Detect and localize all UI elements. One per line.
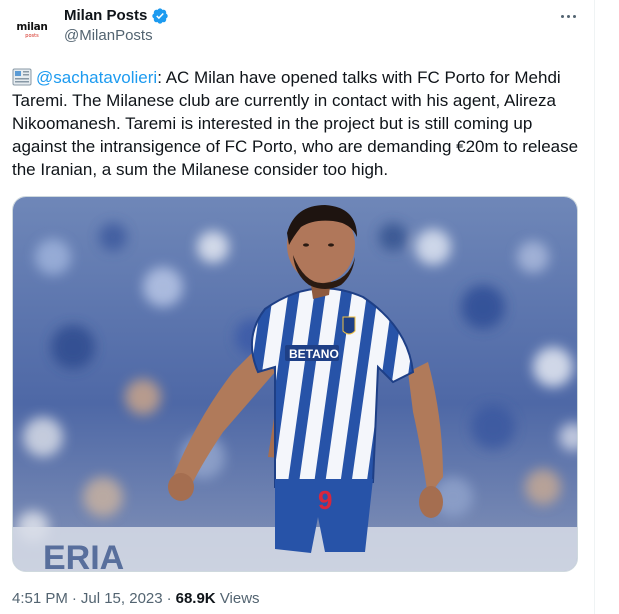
more-dot [560,14,564,18]
more-dot [566,14,570,18]
author-display-name[interactable]: Milan Posts [64,6,147,26]
views-count: 68.9K [175,590,216,607]
newspaper-emoji-icon [12,68,32,86]
avatar-logo-subtext: posts [25,32,39,39]
meta-separator: · [71,590,77,607]
player-photo-illustration: ERIA BETANO 9 [13,197,577,572]
more-options-icon[interactable] [556,6,580,26]
mention-link[interactable]: @sachatavolieri [36,68,157,87]
author-name-row[interactable]: Milan Posts [64,6,169,26]
tweet-date[interactable]: Jul 15, 2023 [81,590,163,607]
meta-separator: · [166,590,172,607]
tweet-text: @sachatavolieri: AC Milan have opened ta… [12,66,582,181]
avatar-logo-text: milan [16,20,48,33]
timeline-divider [594,0,595,614]
verified-badge-icon[interactable] [151,7,169,25]
shorts-number-text: 9 [318,485,332,515]
author-handle[interactable]: @MilanPosts [64,26,153,46]
views-label: Views [219,590,260,607]
shirt-sponsor-text: BETANO [289,347,339,361]
tweet-meta: 4:51 PM · Jul 15, 2023 · 68.9K Views [12,589,260,609]
more-dot [572,14,576,18]
background-banner-text: ERIA [43,539,124,572]
tweet-time[interactable]: 4:51 PM [12,590,68,607]
avatar[interactable]: milan posts [12,10,52,50]
tweet-photo[interactable]: ERIA BETANO 9 [12,196,578,572]
